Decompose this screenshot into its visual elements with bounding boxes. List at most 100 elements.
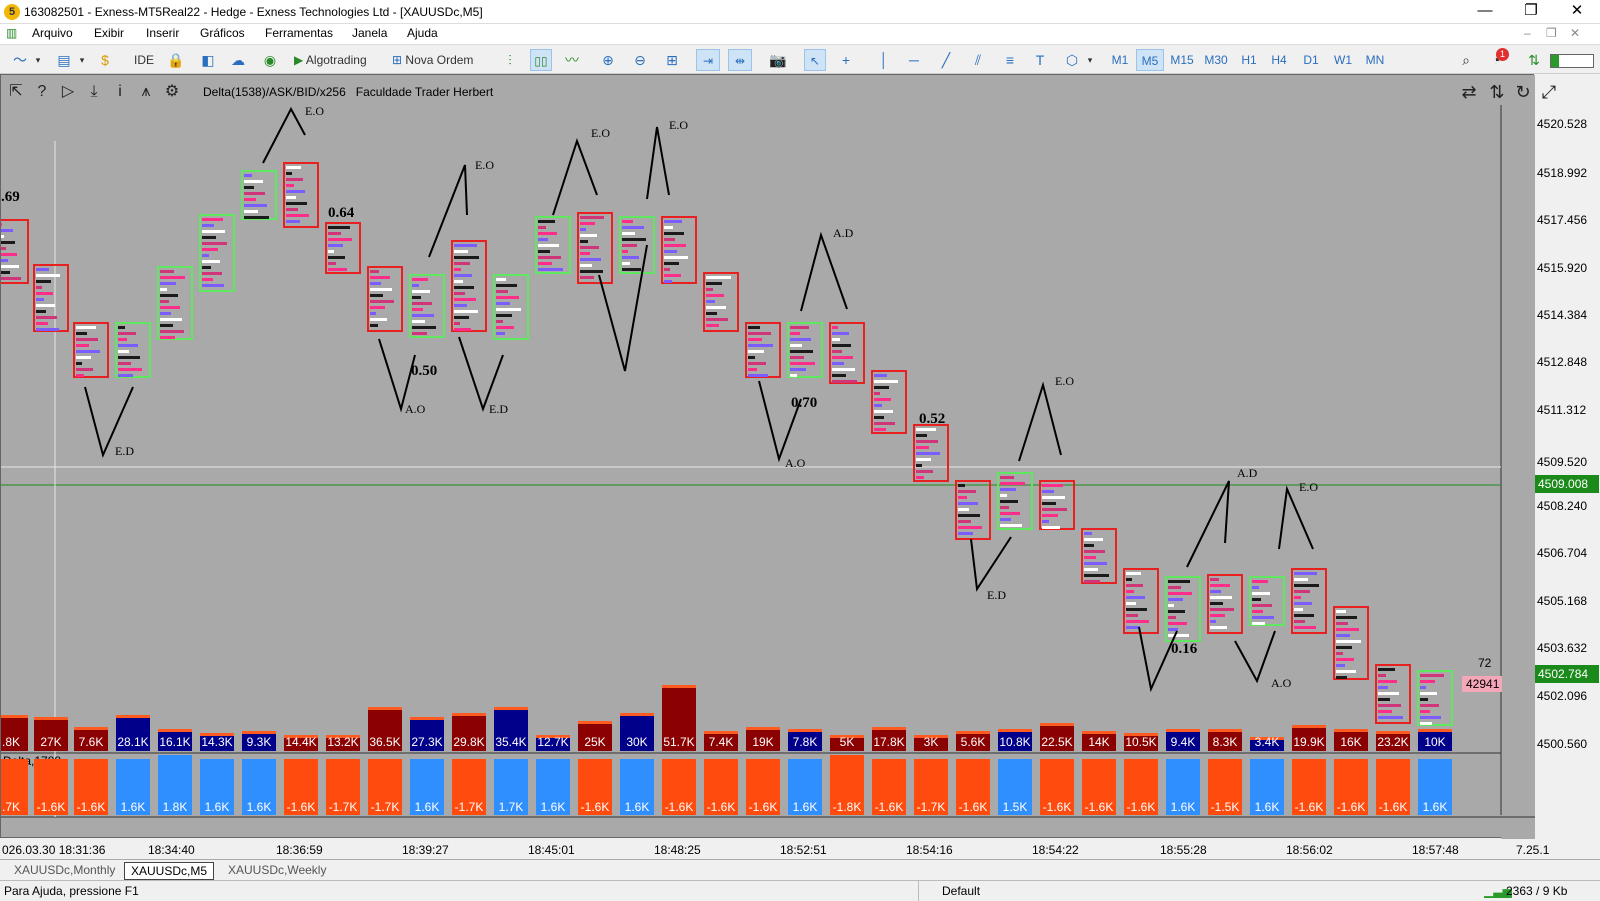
- vertical-line-icon[interactable]: │: [874, 50, 894, 70]
- candle[interactable]: [535, 216, 571, 274]
- mdi-close-icon[interactable]: ✕: [1570, 26, 1580, 40]
- candle[interactable]: [451, 240, 487, 332]
- candle[interactable]: [787, 322, 823, 378]
- download-icon[interactable]: ⤓: [83, 81, 105, 103]
- candle[interactable]: [493, 274, 529, 340]
- tab-xauusdc-weekly[interactable]: XAUUSDc,Weekly: [222, 862, 332, 880]
- chevron-down-icon[interactable]: ▾: [72, 50, 92, 70]
- candle[interactable]: [1291, 568, 1327, 634]
- mdi-restore-icon[interactable]: ❐: [1546, 26, 1557, 40]
- channel-icon[interactable]: ⫽: [968, 50, 988, 70]
- ide-button[interactable]: IDE: [128, 49, 160, 71]
- menu-ferramentas[interactable]: Ferramentas: [265, 26, 333, 40]
- candle[interactable]: [1039, 480, 1075, 530]
- candle[interactable]: [1081, 528, 1117, 584]
- timeframe-h4[interactable]: H4: [1266, 49, 1292, 71]
- tab-xauusdc-m5[interactable]: XAUUSDc,M5: [124, 862, 215, 880]
- candle[interactable]: [871, 370, 907, 434]
- vps-icon[interactable]: ◉: [260, 50, 280, 70]
- cursor-icon[interactable]: ↖: [804, 49, 826, 71]
- zoom-in-icon[interactable]: ⊕: [598, 50, 618, 70]
- candle[interactable]: [1207, 574, 1243, 634]
- menu-exibir[interactable]: Exibir: [94, 26, 124, 40]
- menu-chart-icon[interactable]: ▥: [6, 26, 17, 40]
- timeframe-d1[interactable]: D1: [1298, 49, 1324, 71]
- text-icon[interactable]: T: [1030, 50, 1050, 70]
- menu-inserir[interactable]: Inserir: [146, 26, 179, 40]
- line-icon[interactable]: 〰: [562, 50, 582, 70]
- tab-xauusdc-monthly[interactable]: XAUUSDc,Monthly: [8, 862, 121, 880]
- candle[interactable]: [745, 322, 781, 378]
- nova-ordem-button[interactable]: ⊞ Nova Ordem: [388, 49, 484, 71]
- candle[interactable]: [829, 322, 865, 384]
- candle[interactable]: [997, 472, 1033, 530]
- candle[interactable]: [367, 266, 403, 332]
- candle[interactable]: [283, 162, 319, 228]
- horizontal-line-icon[interactable]: ─: [904, 50, 924, 70]
- line-chart-icon[interactable]: 〜: [10, 50, 30, 70]
- algotrading-button[interactable]: ▶ Algotrading: [290, 49, 382, 71]
- crosshair-icon[interactable]: +: [836, 50, 856, 70]
- candlestick-icon[interactable]: ▯▯: [530, 49, 552, 71]
- chevron-down-icon[interactable]: ▾: [28, 50, 48, 70]
- timeframe-m15[interactable]: M15: [1166, 49, 1198, 71]
- cloud-icon[interactable]: ☁: [228, 50, 248, 70]
- search-icon[interactable]: ⌕: [1456, 50, 1476, 70]
- minimize-button[interactable]: —: [1462, 0, 1508, 24]
- candle[interactable]: [661, 216, 697, 284]
- candle[interactable]: [1375, 664, 1411, 724]
- menu-ajuda[interactable]: Ajuda: [407, 26, 438, 40]
- candle[interactable]: [913, 424, 949, 482]
- candle[interactable]: [1249, 576, 1285, 626]
- candle[interactable]: [703, 272, 739, 332]
- coins-icon[interactable]: $: [95, 50, 115, 70]
- timeframe-m5[interactable]: M5: [1136, 49, 1164, 71]
- chart-type-icon[interactable]: ⩚: [135, 81, 157, 103]
- chevron-down-icon[interactable]: ▾: [1080, 50, 1100, 70]
- chart-shift-icon[interactable]: ⇹: [728, 49, 752, 71]
- candle[interactable]: [73, 322, 109, 378]
- chart-window[interactable]: E.O E.O E.O E.O E.D A.O E.D A.D A.O E.O E.D A.D E.O A…: [0, 74, 1556, 839]
- menu-janela[interactable]: Janela: [352, 26, 387, 40]
- settings-icon[interactable]: ⚙: [161, 81, 183, 103]
- mdi-minimize-icon[interactable]: –: [1524, 26, 1531, 40]
- chart-navigate-icon[interactable]: ⇱: [5, 81, 27, 103]
- lock-icon[interactable]: 🔒: [166, 50, 186, 70]
- toolbox-icon[interactable]: ◧: [198, 50, 218, 70]
- candle[interactable]: [325, 222, 361, 274]
- candle[interactable]: [1123, 568, 1159, 634]
- shapes-icon[interactable]: ⬡: [1062, 50, 1082, 70]
- timeframe-m30[interactable]: M30: [1200, 49, 1232, 71]
- candle[interactable]: [1, 219, 29, 284]
- candle[interactable]: [115, 322, 151, 378]
- grid-icon[interactable]: ⊞: [662, 50, 682, 70]
- expand-icon[interactable]: ⤢: [1537, 81, 1561, 103]
- candle[interactable]: [619, 216, 655, 274]
- autoscroll-icon[interactable]: ⇥: [696, 49, 720, 71]
- timeframe-w1[interactable]: W1: [1330, 49, 1356, 71]
- screenshot-icon[interactable]: 📷: [768, 50, 788, 70]
- timeframe-h1[interactable]: H1: [1236, 49, 1262, 71]
- candle[interactable]: [33, 264, 69, 332]
- close-button[interactable]: ✕: [1554, 0, 1600, 24]
- menu-graficos[interactable]: Gráficos: [200, 26, 245, 40]
- fibonacci-icon[interactable]: ≡: [1000, 50, 1020, 70]
- timeframe-m1[interactable]: M1: [1106, 49, 1134, 71]
- chart-template-icon[interactable]: ▤: [54, 50, 74, 70]
- candle[interactable]: [409, 274, 445, 338]
- candle[interactable]: [1165, 576, 1201, 642]
- restore-button[interactable]: ❐: [1508, 0, 1554, 24]
- candle[interactable]: [1333, 606, 1369, 680]
- candle[interactable]: [157, 266, 193, 340]
- chart-canvas[interactable]: E.O E.O E.O E.O E.D A.O E.D A.D A.O E.O E.D A.D E.O A…: [1, 75, 1535, 839]
- info-icon[interactable]: i: [109, 81, 131, 103]
- vertical-scale-icon[interactable]: ⇅: [1485, 81, 1509, 103]
- horizontal-scale-icon[interactable]: ⇄: [1457, 81, 1481, 103]
- refresh-icon[interactable]: ↻: [1511, 81, 1535, 103]
- trendline-icon[interactable]: ╱: [936, 50, 956, 70]
- help-icon[interactable]: ?: [31, 81, 53, 103]
- candle[interactable]: [241, 170, 277, 220]
- candle[interactable]: [1417, 670, 1453, 726]
- zoom-out-icon[interactable]: ⊖: [630, 50, 650, 70]
- play-icon[interactable]: ▷: [57, 81, 79, 103]
